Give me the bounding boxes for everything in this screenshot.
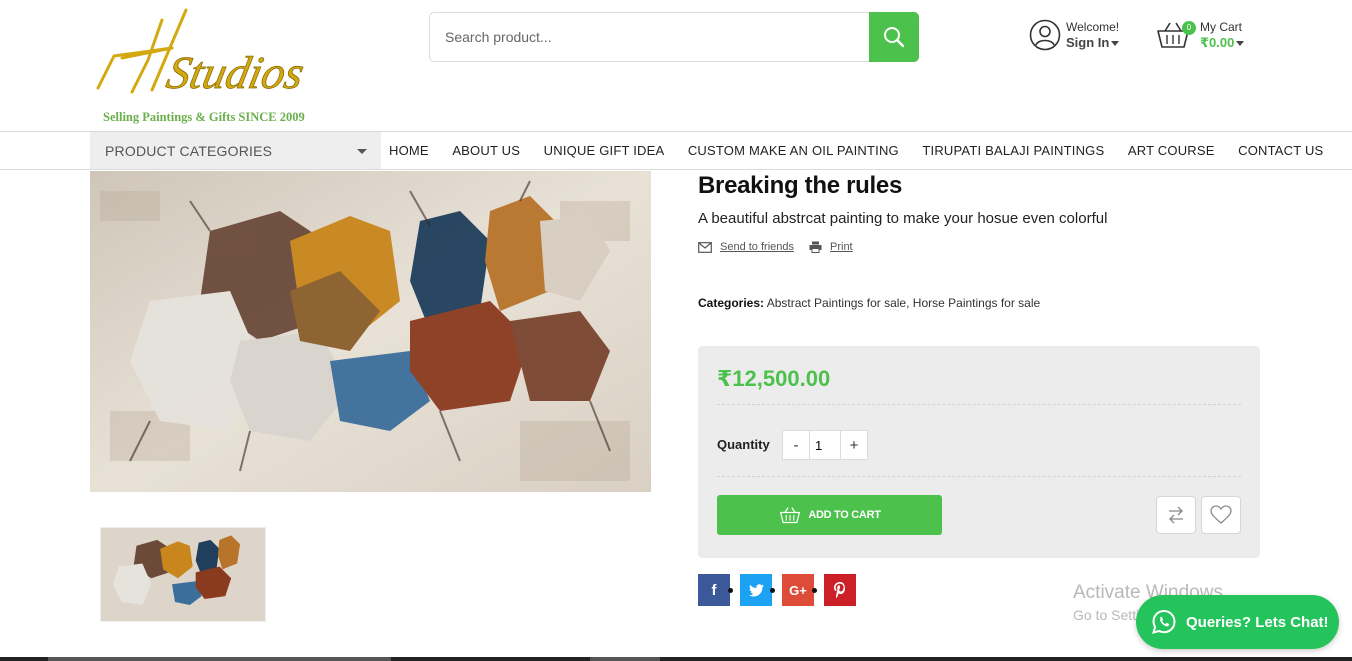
print-icon	[809, 241, 822, 253]
product-actions: Send to friends Print	[698, 241, 868, 253]
user-icon	[1029, 19, 1061, 51]
cart-label: My Cart	[1200, 20, 1242, 34]
add-to-cart-button[interactable]: ADD TO CART	[717, 495, 942, 535]
bottom-scroll-strip	[0, 657, 1352, 661]
twitter-icon	[748, 583, 764, 596]
buy-box: ₹12,500.00 Quantity - + ADD TO CART	[698, 346, 1260, 558]
basket-icon	[780, 507, 801, 524]
search-icon	[884, 27, 905, 48]
search-input[interactable]	[430, 13, 870, 61]
chevron-down-icon	[1111, 41, 1120, 47]
product-categories-label: PRODUCT CATEGORIES	[105, 142, 273, 159]
send-to-friends-link[interactable]: Send to friends	[720, 241, 794, 253]
horse-painting-image	[90, 171, 651, 492]
site-logo[interactable]: Studios Selling Paintings & Gifts SINCE …	[92, 6, 322, 126]
pinterest-icon	[834, 582, 845, 598]
wishlist-button[interactable]	[1201, 496, 1241, 534]
divider	[717, 404, 1241, 405]
product-thumbnail[interactable]	[100, 527, 266, 622]
quantity-label: Quantity	[717, 437, 770, 452]
heart-icon	[1210, 505, 1232, 524]
compare-arrows-icon	[1169, 506, 1183, 524]
nav-home[interactable]: HOME	[389, 143, 429, 158]
share-dot	[728, 588, 733, 593]
product-title: Breaking the rules	[698, 172, 903, 199]
whatsapp-icon	[1152, 609, 1176, 634]
product-price: ₹12,500.00	[717, 366, 831, 391]
add-to-cart-label: ADD TO CART	[808, 509, 881, 521]
quantity-increase-button[interactable]: +	[841, 431, 867, 459]
search-button[interactable]	[869, 12, 919, 62]
thumbnail-image	[101, 528, 265, 621]
search-bar	[429, 12, 919, 62]
account-menu[interactable]: Welcome! Sign In	[1029, 19, 1120, 51]
whatsapp-chat-button[interactable]: Queries? Lets Chat!	[1136, 595, 1339, 649]
welcome-label: Welcome!	[1066, 20, 1120, 34]
product-categories: Categories: Abstract Paintings for sale,…	[698, 296, 1040, 310]
print-link[interactable]: Print	[830, 241, 853, 253]
cart-total: ₹0.00	[1200, 35, 1235, 50]
nav-tirupati-balaji-paintings[interactable]: TIRUPATI BALAJI PAINTINGS	[922, 143, 1104, 158]
scroll-segment	[590, 657, 660, 661]
twitter-share-button[interactable]	[740, 574, 775, 606]
quantity-stepper: - +	[782, 430, 868, 460]
cart-count-badge: 0	[1182, 21, 1196, 35]
nav-unique-gift-idea[interactable]: UNIQUE GIFT IDEA	[544, 143, 665, 158]
logo-tagline: Selling Paintings & Gifts SINCE 2009	[103, 110, 305, 124]
nav-contact-us[interactable]: CONTACT US	[1238, 143, 1323, 158]
envelope-icon	[698, 241, 712, 253]
compare-button[interactable]	[1156, 496, 1196, 534]
category-link-horse[interactable]: Horse Paintings for sale	[913, 296, 1040, 310]
logo-mark: Studios	[96, 8, 309, 99]
category-link-abstract[interactable]: Abstract Paintings for sale	[767, 296, 906, 310]
facebook-share-button[interactable]: f	[698, 574, 733, 606]
nav-custom-oil-painting[interactable]: CUSTOM MAKE AN OIL PAINTING	[688, 143, 899, 158]
product-main-image[interactable]	[90, 171, 651, 492]
product-categories-dropdown[interactable]: PRODUCT CATEGORIES	[90, 132, 381, 169]
category-separator: ,	[906, 296, 910, 310]
product-page: Studios Selling Paintings & Gifts SINCE …	[0, 0, 1352, 661]
quantity-decrease-button[interactable]: -	[783, 431, 809, 459]
sign-in-link[interactable]: Sign In	[1066, 35, 1109, 50]
mini-cart[interactable]: 0 My Cart ₹0.00	[1156, 19, 1245, 51]
quantity-input[interactable]	[809, 431, 841, 459]
google-plus-share-button[interactable]: G+	[782, 574, 817, 606]
svg-text:Studios: Studios	[162, 48, 308, 98]
social-share: f G+	[698, 574, 866, 606]
google-plus-icon: G+	[789, 582, 807, 598]
scroll-segment	[48, 657, 391, 661]
nav-art-course[interactable]: ART COURSE	[1128, 143, 1215, 158]
nav-about-us[interactable]: ABOUT US	[452, 143, 520, 158]
chevron-down-icon	[1236, 41, 1245, 47]
chevron-down-icon	[357, 149, 367, 154]
divider	[717, 476, 1241, 477]
chat-label: Queries? Lets Chat!	[1186, 613, 1329, 631]
share-dot	[770, 588, 775, 593]
categories-label: Categories:	[698, 296, 765, 310]
main-menu: HOME ABOUT US UNIQUE GIFT IDEA CUSTOM MA…	[389, 132, 1323, 169]
main-navbar: PRODUCT CATEGORIES HOME ABOUT US UNIQUE …	[0, 131, 1352, 170]
product-subtitle: A beautiful abstrcat painting to make yo…	[698, 210, 1108, 227]
share-dot	[812, 588, 817, 593]
facebook-icon: f	[711, 581, 717, 599]
pinterest-share-button[interactable]	[824, 574, 856, 606]
